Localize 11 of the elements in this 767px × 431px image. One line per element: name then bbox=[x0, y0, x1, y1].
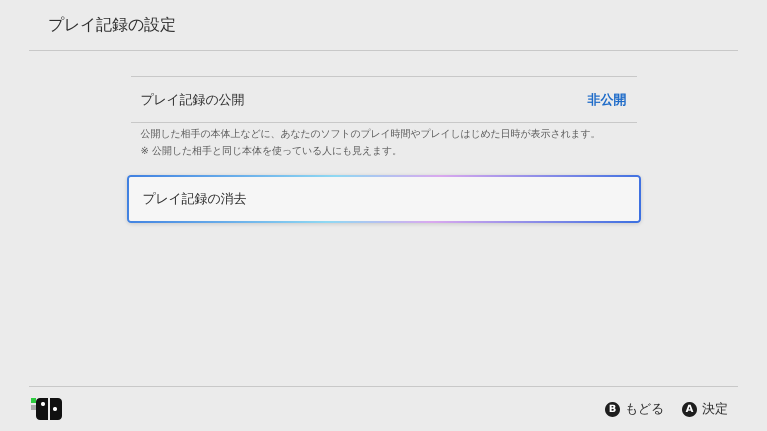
footer-button[interactable]: B もどる bbox=[603, 398, 666, 420]
footer-button[interactable]: A 決定 bbox=[680, 398, 730, 420]
button-glyph-icon: A bbox=[682, 402, 697, 416]
setting-value: 非公開 bbox=[588, 92, 626, 108]
button-glyph-icon: B bbox=[605, 402, 620, 416]
setting-label: プレイ記録の公開 bbox=[140, 92, 244, 108]
page-title: プレイ記録の設定 bbox=[48, 14, 176, 36]
menu-item[interactable]: プレイ記録の消去 bbox=[126, 175, 640, 223]
description-text: 公開した相手の本体上などに、あなたのソフトのプレイ時間やプレイしはじめた日時が表示されます。 bbox=[140, 128, 602, 141]
setting-row[interactable]: プレイ記録の公開 非公開 bbox=[130, 76, 636, 123]
description-text: ※ 公開した相手と同じ本体を使っている人にも見えます。 bbox=[140, 144, 404, 158]
